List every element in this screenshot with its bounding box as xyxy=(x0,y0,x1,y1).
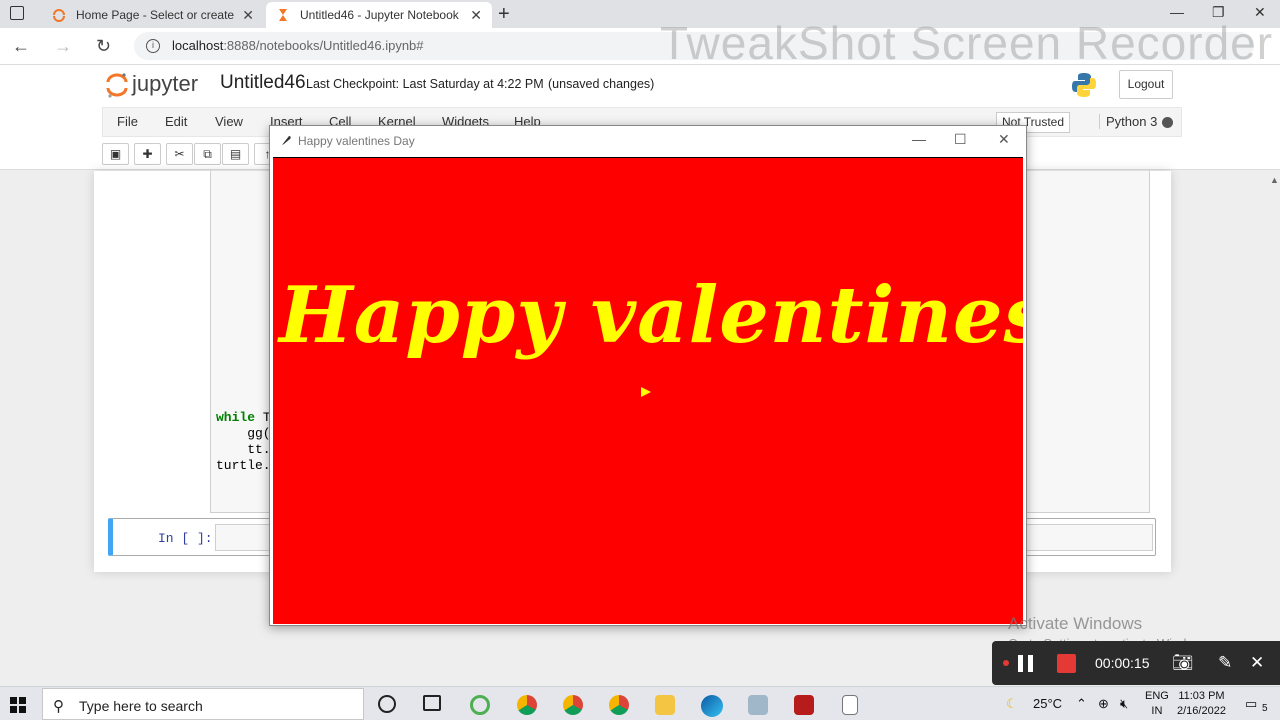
edge-icon[interactable] xyxy=(701,695,723,717)
windows-start-icon[interactable] xyxy=(10,697,26,713)
turtle-canvas[interactable]: Happy valentines Day xyxy=(273,157,1023,624)
tab-actions-icon[interactable] xyxy=(10,6,24,20)
menu-edit[interactable]: Edit xyxy=(165,114,187,129)
notebook-title[interactable]: Untitled46 xyxy=(220,72,306,94)
scroll-up-icon[interactable]: ▲ xyxy=(1270,175,1279,185)
jupyter-favicon-icon xyxy=(53,9,65,22)
hourglass-favicon-icon xyxy=(279,9,287,21)
jupyter-logo-icon[interactable] xyxy=(106,71,128,99)
minimize-icon[interactable]: — xyxy=(912,131,926,147)
search-placeholder: Type here to search xyxy=(79,698,203,714)
kernel-name: Python 3 xyxy=(1099,114,1157,129)
turtle-cursor-icon xyxy=(641,387,651,397)
kernel-idle-icon xyxy=(1162,117,1173,128)
camera-icon[interactable]: 📷︎ xyxy=(1172,653,1194,673)
pause-icon[interactable] xyxy=(1018,655,1023,672)
menu-file[interactable]: File xyxy=(117,114,138,129)
tab-untitled46[interactable]: Untitled46 - Jupyter Notebook ✕ xyxy=(266,2,492,28)
python-logo-icon xyxy=(1072,73,1096,97)
cut-icon[interactable]: ✂ xyxy=(166,143,193,165)
cortana-icon[interactable] xyxy=(378,695,396,713)
recorder-app-icon[interactable] xyxy=(794,695,814,715)
app-icon[interactable] xyxy=(748,695,768,715)
recording-timer: 00:00:15 xyxy=(1095,655,1150,671)
show-hidden-icons-icon[interactable]: ⌃ xyxy=(1076,696,1087,712)
app-refresh-icon[interactable] xyxy=(470,695,490,715)
turtle-window[interactable]: Happy valentines Day — ☐ ✕ Happy valenti… xyxy=(269,125,1027,626)
recording-indicator-icon xyxy=(1003,660,1009,666)
pause-icon[interactable] xyxy=(1028,655,1033,672)
notepad-icon[interactable] xyxy=(842,695,858,715)
notifications-icon[interactable]: ▭ xyxy=(1245,696,1257,712)
back-icon[interactable]: ← xyxy=(12,36,30,57)
reload-icon[interactable]: ↻ xyxy=(96,36,111,57)
url-host: localhost xyxy=(172,38,224,53)
maximize-icon[interactable]: ☐ xyxy=(954,131,967,148)
canvas-greeting-text: Happy valentines Day xyxy=(279,270,1023,361)
url-path: :8888/notebooks/Untitled46.ipynb# xyxy=(223,38,424,53)
cell-prompt: In [ ]: xyxy=(158,531,213,546)
add-cell-icon[interactable]: ✚ xyxy=(134,143,161,165)
annotate-icon[interactable]: ✎ xyxy=(1218,653,1232,673)
taskbar-search-box[interactable]: ⚲ Type here to search xyxy=(42,688,364,720)
turtle-window-titlebar[interactable]: Happy valentines Day — ☐ ✕ xyxy=(270,126,1026,156)
logout-button[interactable]: Logout xyxy=(1119,70,1173,99)
forward-icon[interactable]: → xyxy=(54,36,72,57)
jupyter-wordmark: jupyter xyxy=(132,71,199,96)
recorder-toolbar: 00:00:15 📷︎ ✎ ✕ xyxy=(992,641,1280,685)
site-info-icon[interactable]: i xyxy=(146,39,160,53)
weather-icon[interactable]: ☾ xyxy=(1006,696,1018,712)
activate-windows-title: Activate Windows xyxy=(1008,614,1143,633)
close-window-icon[interactable]: ✕ xyxy=(998,131,1010,148)
weather-temperature[interactable]: 25°C xyxy=(1033,696,1062,711)
taskbar-clock[interactable]: 11:03 PM 2/16/2022 xyxy=(1177,689,1226,719)
tab-home-page[interactable]: Home Page - Select or create a n ✕ xyxy=(42,2,264,28)
chrome-icon[interactable] xyxy=(563,695,583,715)
save-icon[interactable]: ▣ xyxy=(102,143,129,165)
tab-label: Untitled46 - Jupyter Notebook xyxy=(300,8,459,22)
stop-button[interactable] xyxy=(1057,654,1076,673)
notification-count: 5 xyxy=(1262,703,1268,714)
menu-view[interactable]: View xyxy=(215,114,243,129)
copy-icon[interactable]: ⧉ xyxy=(194,143,221,165)
close-icon[interactable]: ✕ xyxy=(1250,653,1264,673)
chrome-icon[interactable] xyxy=(609,695,629,715)
checkpoint-status: Last Checkpoint: Last Saturday at 4:22 P… xyxy=(306,77,544,91)
unsaved-status: (unsaved changes) xyxy=(548,77,655,91)
volume-muted-icon[interactable]: 🔇︎ xyxy=(1120,696,1128,712)
new-tab-button[interactable]: + xyxy=(498,3,510,26)
task-view-icon[interactable] xyxy=(423,695,441,711)
file-explorer-icon[interactable] xyxy=(655,695,675,715)
chrome-icon[interactable] xyxy=(517,695,537,715)
turtle-window-title: Happy valentines Day xyxy=(298,134,415,148)
jupyter-header: jupyter Untitled46 Last Checkpoint: Last… xyxy=(0,65,1280,107)
recorder-watermark: TweakShot Screen Recorder xyxy=(660,17,1274,69)
feather-icon xyxy=(282,136,291,145)
close-tab-icon[interactable]: ✕ xyxy=(470,7,482,24)
network-icon[interactable]: ⊕ xyxy=(1098,696,1109,712)
tab-label: Home Page - Select or create a n xyxy=(76,8,236,22)
close-tab-icon[interactable]: ✕ xyxy=(242,7,254,24)
windows-taskbar: ⚲ Type here to search ☾ 25°C ⌃ ⊕ 🔇︎ ENG … xyxy=(0,686,1280,720)
input-language[interactable]: ENG IN xyxy=(1145,689,1169,719)
paste-icon[interactable]: ▤ xyxy=(222,143,249,165)
search-icon: ⚲ xyxy=(53,698,64,715)
